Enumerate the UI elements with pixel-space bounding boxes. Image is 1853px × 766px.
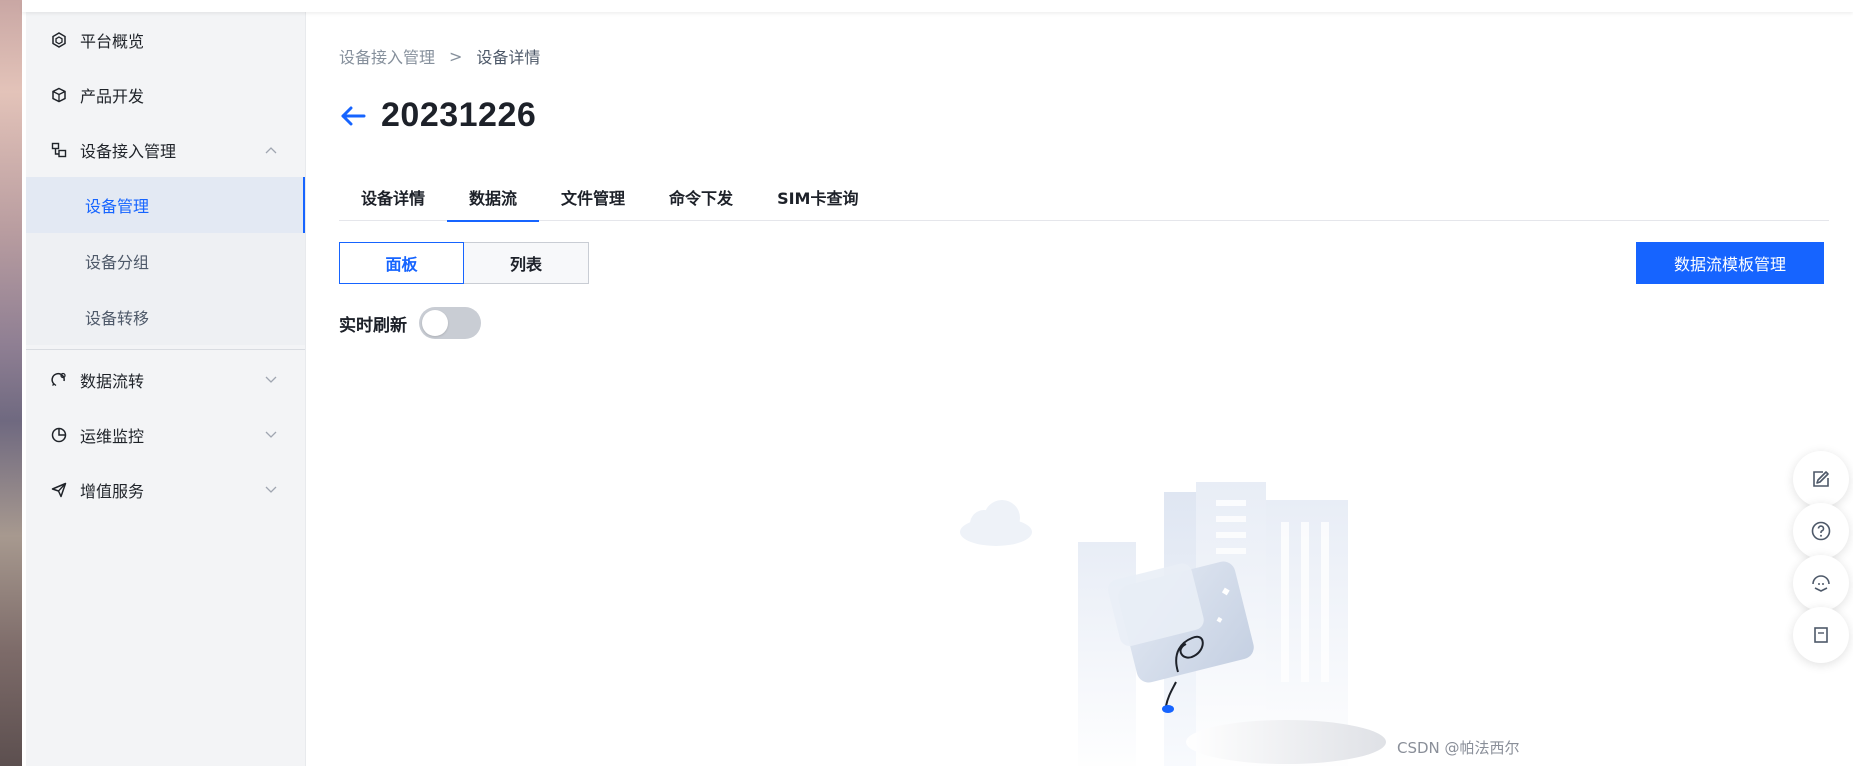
sidebar-item-label: 增值服务 (80, 481, 145, 501)
template-manage-button[interactable]: 数据流模板管理 (1636, 242, 1824, 284)
sidebar-item-data-flow[interactable]: 数据流转 (26, 352, 305, 407)
sidebar-item-label: 产品开发 (80, 86, 145, 106)
panel-view-button[interactable]: 面板 (339, 242, 464, 284)
device-access-submenu: 设备管理 设备分组 设备转移 (26, 177, 305, 345)
sidebar-divider (26, 349, 305, 350)
help-button[interactable] (1793, 503, 1849, 559)
service-button[interactable] (1793, 555, 1849, 611)
chevron-up-icon[interactable] (265, 144, 277, 156)
breadcrumb-separator: > (449, 46, 463, 66)
realtime-refresh-toggle[interactable] (419, 307, 481, 339)
sidebar-item-overview[interactable]: 平台概览 (26, 12, 305, 67)
cloud-icon (960, 500, 1032, 546)
sidebar-item-product-dev[interactable]: 产品开发 (26, 67, 305, 122)
chevron-down-icon[interactable] (265, 484, 277, 496)
realtime-refresh-label: 实时刷新 (339, 315, 407, 336)
breadcrumb-current: 设备详情 (476, 48, 541, 67)
more-button[interactable] (1793, 607, 1849, 663)
chevron-down-icon[interactable] (265, 374, 277, 386)
send-icon (50, 481, 68, 499)
view-toggle: 面板 列表 (339, 242, 589, 284)
edit-icon (1813, 471, 1829, 487)
pie-chart-icon (50, 426, 68, 444)
tab-sim-query[interactable]: SIM卡查询 (755, 172, 880, 221)
overview-icon (50, 31, 68, 49)
customer-service-icon (1812, 575, 1830, 592)
device-access-icon (50, 141, 68, 159)
tab-device-details[interactable]: 设备详情 (339, 172, 447, 221)
sidebar-item-label: 平台概览 (80, 31, 145, 51)
document-icon (1814, 627, 1828, 643)
sidebar-item-value-added[interactable]: 增值服务 (26, 462, 305, 517)
empty-state-illustration (960, 482, 1386, 766)
top-bar (22, 0, 1853, 12)
realtime-refresh-row: 实时刷新 (339, 307, 481, 339)
sidebar-item-device-access[interactable]: 设备接入管理 (26, 122, 305, 177)
tab-bar: 设备详情 数据流 文件管理 命令下发 SIM卡查询 (339, 172, 1829, 222)
tab-command-dispatch[interactable]: 命令下发 (647, 172, 755, 221)
sidebar-item-device-management[interactable]: 设备管理 (26, 177, 305, 233)
title-row: 20231226 (339, 96, 536, 135)
chevron-down-icon[interactable] (265, 429, 277, 441)
sidebar-item-label: 运维监控 (80, 426, 145, 446)
sidebar: 平台概览 产品开发 设备接入管理 设备管理 设备分组 设备转移 数据流转 运维监… (26, 12, 306, 766)
feedback-button[interactable] (1793, 451, 1849, 507)
main-content: 设备接入管理 > 设备详情 20231226 设备详情 数据流 文件管理 命令下… (306, 12, 1853, 766)
sidebar-item-device-group[interactable]: 设备分组 (26, 233, 305, 289)
tab-file-management[interactable]: 文件管理 (539, 172, 647, 221)
desktop-wallpaper (0, 0, 22, 766)
list-view-button[interactable]: 列表 (464, 242, 589, 284)
back-arrow-icon[interactable] (339, 102, 367, 130)
help-icon (1811, 521, 1831, 541)
sidebar-item-ops-monitor[interactable]: 运维监控 (26, 407, 305, 462)
tab-data-stream[interactable]: 数据流 (447, 172, 540, 222)
cube-icon (50, 86, 68, 104)
breadcrumb: 设备接入管理 > 设备详情 (339, 44, 540, 68)
sidebar-item-device-transfer[interactable]: 设备转移 (26, 289, 305, 345)
breadcrumb-link[interactable]: 设备接入管理 (339, 44, 435, 68)
sidebar-item-label: 数据流转 (80, 371, 145, 391)
sidebar-item-label: 设备接入管理 (80, 141, 177, 161)
page-title: 20231226 (381, 96, 537, 134)
toggle-knob (422, 310, 448, 336)
watermark: CSDN @帕法西尔 (1397, 739, 1520, 757)
data-flow-icon (50, 371, 68, 389)
